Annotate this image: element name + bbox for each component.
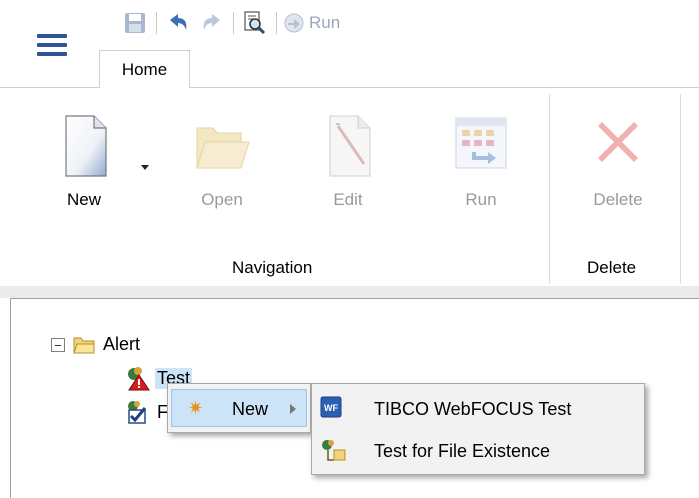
edit-button-label: Edit [333, 190, 363, 209]
menu-item-file-existence[interactable]: Test for File Existence [312, 432, 646, 470]
save-icon[interactable] [120, 8, 150, 38]
tree-node-alert-label: Alert [103, 334, 141, 354]
svg-text:WF: WF [324, 403, 338, 413]
submenu-arrow-icon [290, 404, 296, 414]
open-button-label: Open [201, 190, 243, 209]
new-dropdown-arrow-icon[interactable] [141, 165, 149, 170]
menu-item-new-label: New [232, 399, 269, 419]
new-document-icon [54, 112, 114, 185]
panel-splitter [0, 286, 699, 298]
qat-run-label: Run [309, 13, 341, 32]
edit-document-icon [318, 112, 378, 185]
tree-node-f[interactable]: F [125, 399, 168, 425]
alert-test-icon [125, 365, 151, 391]
quick-access-toolbar: Run [120, 8, 340, 38]
collapse-toggle-icon[interactable] [51, 337, 65, 352]
menu-item-new[interactable]: ✷ New [171, 389, 307, 427]
qat-run-button[interactable]: Run [283, 12, 340, 34]
redo-icon[interactable] [197, 8, 227, 38]
navigation-group-label: Navigation [232, 258, 313, 277]
delete-icon [588, 112, 648, 177]
delete-button-label: Delete [593, 190, 643, 209]
undo-icon[interactable] [163, 8, 193, 38]
tab-home[interactable]: Home [99, 50, 190, 88]
ribbon: Run Home New Open Edit Run Navigation De… [0, 0, 699, 286]
run-icon [284, 13, 304, 33]
menu-item-webfocus-test-label: TIBCO WebFOCUS Test [374, 399, 572, 419]
group-separator [549, 94, 550, 284]
delete-button[interactable]: Delete [578, 110, 658, 220]
file-existence-icon [320, 438, 346, 462]
tree-node-alert[interactable]: Alert [51, 334, 140, 355]
folder-icon [73, 336, 95, 354]
run-button[interactable]: Run [441, 110, 521, 220]
open-folder-icon [189, 112, 255, 183]
menu-item-file-existence-label: Test for File Existence [374, 441, 551, 461]
new-button-label: New [66, 190, 101, 209]
new-button[interactable]: New [44, 110, 124, 220]
checked-test-icon [125, 399, 151, 425]
group-separator [680, 94, 681, 284]
menu-item-webfocus-test[interactable]: WF TIBCO WebFOCUS Test [312, 390, 646, 428]
delete-group-label: Delete [587, 258, 637, 277]
submenu: WF TIBCO WebFOCUS Test Test for File Exi… [311, 383, 645, 475]
run-report-icon [448, 112, 514, 183]
edit-button[interactable]: Edit [308, 110, 388, 220]
search-document-icon[interactable] [240, 8, 270, 38]
run-button-label: Run [465, 190, 497, 209]
webfocus-icon: WF [320, 396, 342, 418]
context-menu: ✷ New [167, 383, 311, 433]
tab-home-label: Home [121, 59, 168, 79]
new-star-icon: ✷ [188, 398, 204, 418]
hamburger-menu-icon[interactable] [37, 34, 67, 58]
open-button[interactable]: Open [182, 110, 262, 220]
